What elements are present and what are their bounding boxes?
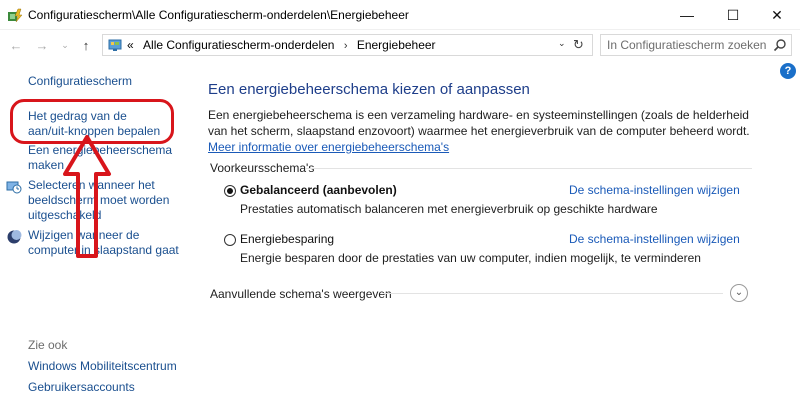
sleep-moon-icon bbox=[7, 230, 22, 244]
navigation-bar: ← → ⌄ ↑ « Alle Configuratiescherm-onderd… bbox=[0, 30, 800, 60]
breadcrumb-all-items[interactable]: Alle Configuratiescherm-onderdelen bbox=[143, 38, 334, 52]
search-icon[interactable] bbox=[773, 38, 787, 52]
breadcrumb-separator[interactable]: › bbox=[344, 40, 348, 52]
page-description: Een energiebeheerschema is een verzameli… bbox=[208, 107, 753, 155]
minimize-button[interactable]: — bbox=[664, 0, 710, 30]
control-panel-icon bbox=[108, 39, 122, 51]
annotation-arrow-icon bbox=[63, 135, 111, 258]
up-button[interactable]: ↑ bbox=[78, 37, 94, 53]
recent-locations-button[interactable]: ⌄ bbox=[60, 37, 70, 53]
section-divider bbox=[306, 168, 752, 169]
plan-balanced-settings-link[interactable]: De schema-instellingen wijzigen bbox=[569, 183, 740, 197]
back-button[interactable]: ← bbox=[8, 37, 24, 53]
plan-power-saver-description: Energie besparen door de prestaties van … bbox=[240, 251, 701, 265]
maximize-button[interactable]: ☐ bbox=[710, 0, 756, 30]
plan-power-saver-name[interactable]: Energiebesparing bbox=[240, 232, 334, 246]
additional-plans-divider bbox=[383, 293, 723, 294]
see-also-heading: Zie ook bbox=[28, 338, 68, 352]
window-title: Configuratiescherm\Alle Configuratiesche… bbox=[28, 8, 409, 22]
refresh-icon[interactable]: ↻ bbox=[573, 37, 584, 53]
sidebar-link-mobility-center[interactable]: Windows Mobiliteitscentrum bbox=[28, 359, 177, 374]
plan-balanced-name[interactable]: Gebalanceerd (aanbevolen) bbox=[240, 183, 397, 197]
plan-balanced-description: Prestaties automatisch balanceren met en… bbox=[240, 202, 658, 216]
forward-button[interactable]: → bbox=[34, 37, 50, 53]
help-icon[interactable]: ? bbox=[780, 63, 796, 79]
title-bar: Configuratiescherm\Alle Configuratiesche… bbox=[0, 0, 800, 30]
close-button[interactable]: ✕ bbox=[754, 0, 800, 30]
breadcrumb: « Alle Configuratiescherm-onderdelen › E… bbox=[127, 38, 436, 52]
breadcrumb-power-options[interactable]: Energiebeheer bbox=[357, 38, 436, 52]
description-text: Een energiebeheerschema is een verzameli… bbox=[208, 108, 750, 138]
show-additional-plans-label[interactable]: Aanvullende schema's weergeven bbox=[210, 287, 392, 301]
page-title: Een energiebeheerschema kiezen of aanpas… bbox=[208, 81, 530, 98]
sidebar-link-user-accounts[interactable]: Gebruikersaccounts bbox=[28, 380, 135, 395]
power-options-icon bbox=[8, 8, 23, 23]
display-clock-icon bbox=[6, 181, 22, 194]
search-input[interactable] bbox=[607, 38, 767, 52]
more-info-link[interactable]: Meer informatie over energiebeheerschema… bbox=[208, 140, 449, 154]
plan-balanced-radio[interactable] bbox=[224, 185, 236, 197]
sidebar-home-link[interactable]: Configuratiescherm bbox=[28, 74, 132, 89]
plan-power-saver-settings-link[interactable]: De schema-instellingen wijzigen bbox=[569, 232, 740, 246]
breadcrumb-overflow[interactable]: « bbox=[127, 38, 134, 52]
expand-chevron-icon[interactable]: ⌄ bbox=[730, 284, 748, 302]
address-dropdown-icon[interactable]: ⌄ bbox=[558, 38, 566, 49]
search-box[interactable] bbox=[600, 34, 792, 56]
preferred-plans-label: Voorkeursschema's bbox=[210, 161, 315, 175]
address-bar[interactable]: « Alle Configuratiescherm-onderdelen › E… bbox=[102, 34, 593, 56]
plan-power-saver-radio[interactable] bbox=[224, 234, 236, 246]
